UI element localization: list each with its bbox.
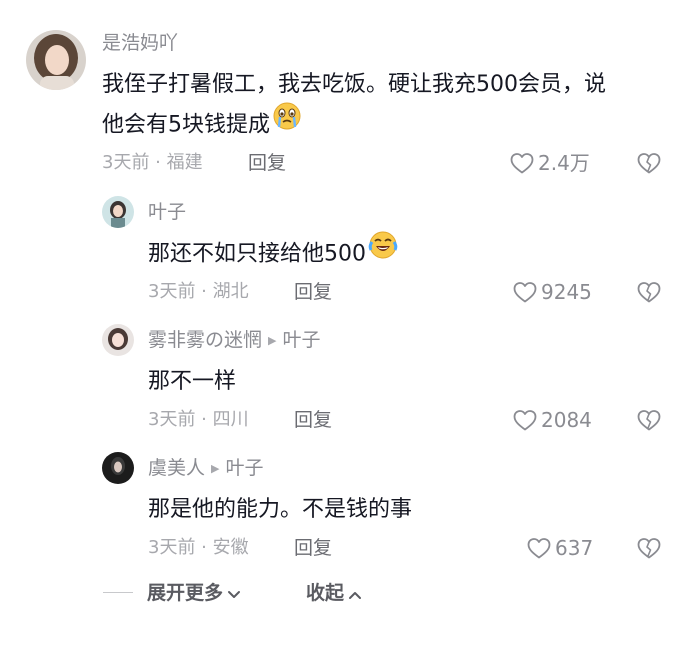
- dislike-button[interactable]: [636, 280, 662, 308]
- dislike-button[interactable]: [636, 151, 662, 179]
- reply-to-username[interactable]: 叶子: [282, 329, 320, 351]
- broken-heart-icon: [637, 282, 661, 303]
- reply-arrow-icon: ▶: [211, 462, 220, 475]
- reply-button[interactable]: 回复: [294, 280, 332, 304]
- comment-item: 是浩妈吖 我侄子打暑假工，我去吃饭。硬让我充500会员，说 他会有5块钱提成 3…: [0, 0, 690, 190]
- crying-face-emoji-icon: [272, 101, 302, 144]
- reply-item: 雾非雾の迷惘 ▶ 叶子 那不一样 3天前 · 四川 回复 2084: [0, 320, 690, 448]
- comment-text-content: 那还不如只接给他500: [148, 241, 366, 267]
- like-count: 9245: [541, 280, 592, 304]
- like-button[interactable]: 2084: [512, 408, 592, 432]
- comment-meta: 3天前 · 湖北: [148, 281, 249, 302]
- comment-text-line: 我侄子打暑假工，我去吃饭。硬让我充500会员，说: [102, 72, 606, 97]
- broken-heart-icon: [637, 538, 661, 559]
- reply-button[interactable]: 回复: [294, 408, 332, 432]
- reply-button[interactable]: 回复: [294, 536, 332, 560]
- reply-button[interactable]: 回复: [248, 151, 286, 175]
- collapse-label: 收起: [306, 582, 345, 604]
- comment-text: 我侄子打暑假工，我去吃饭。硬让我充500会员，说 他会有5块钱提成: [102, 66, 672, 147]
- username-text[interactable]: 雾非雾の迷惘: [148, 329, 262, 351]
- tears-of-joy-emoji-icon: [368, 230, 398, 273]
- heart-icon: [513, 282, 537, 303]
- comment-meta: 3天前 · 安徽: [148, 537, 249, 558]
- like-button[interactable]: 2.4万: [509, 151, 590, 175]
- username[interactable]: 叶子: [148, 200, 186, 224]
- heart-icon: [527, 538, 551, 559]
- broken-heart-icon: [637, 153, 661, 174]
- comment-text-line-2: 他会有5块钱提成: [102, 101, 672, 147]
- collapse-button[interactable]: 收起: [306, 580, 362, 607]
- avatar[interactable]: [26, 30, 86, 90]
- username[interactable]: 是浩妈吖: [102, 31, 178, 55]
- comment-meta: 3天前 · 四川: [148, 409, 249, 430]
- reply-item: 虞美人 ▶ 叶子 那是他的能力。不是钱的事 3天前 · 安徽 回复 637: [0, 448, 690, 576]
- expand-more-button[interactable]: 展开更多: [147, 580, 241, 607]
- heart-icon: [513, 410, 537, 431]
- chevron-down-icon: [227, 581, 241, 607]
- replies-footer: 展开更多 收起: [0, 580, 690, 608]
- username: 雾非雾の迷惘 ▶ 叶子: [148, 328, 321, 355]
- reply-to-username[interactable]: 叶子: [225, 457, 263, 479]
- reply-arrow-icon: ▶: [268, 334, 277, 347]
- comment-text: 那还不如只接给他500: [148, 230, 398, 276]
- dislike-button[interactable]: [636, 408, 662, 436]
- expand-more-label: 展开更多: [147, 582, 224, 604]
- avatar[interactable]: [102, 196, 134, 228]
- chevron-up-icon: [348, 581, 362, 607]
- dislike-button[interactable]: [636, 536, 662, 564]
- like-count: 637: [555, 536, 594, 560]
- heart-icon: [510, 153, 534, 174]
- comment-text: 那不一样: [148, 369, 237, 394]
- like-button[interactable]: 9245: [512, 280, 592, 304]
- like-button[interactable]: 637: [526, 536, 593, 560]
- username-text[interactable]: 虞美人: [148, 457, 205, 479]
- avatar[interactable]: [102, 452, 134, 484]
- username-text[interactable]: 是浩妈吖: [102, 32, 178, 54]
- comment-meta: 3天前 · 福建: [102, 152, 203, 173]
- comment-text: 那是他的能力。不是钱的事: [148, 497, 413, 522]
- broken-heart-icon: [637, 410, 661, 431]
- divider-line: [103, 592, 133, 593]
- avatar[interactable]: [102, 324, 134, 356]
- like-count: 2.4万: [538, 151, 590, 175]
- like-count: 2084: [541, 408, 592, 432]
- comment-text-line2-content: 他会有5块钱提成: [102, 112, 270, 138]
- username: 虞美人 ▶ 叶子: [148, 456, 264, 483]
- reply-item: 叶子 那还不如只接给他500 3天前 · 湖北 回复 9245: [0, 190, 690, 320]
